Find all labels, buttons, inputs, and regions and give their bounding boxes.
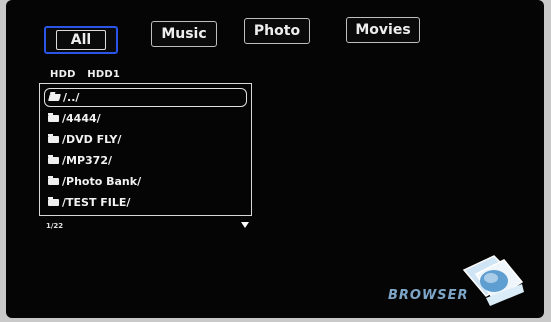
tab-all-inner: All bbox=[55, 30, 107, 50]
list-item[interactable]: /MP372/ bbox=[44, 151, 245, 170]
list-item[interactable]: /../ bbox=[44, 88, 247, 107]
list-item-label: /4444/ bbox=[62, 112, 101, 125]
tab-all[interactable]: All bbox=[44, 26, 118, 54]
tab-photo[interactable]: Photo bbox=[244, 18, 310, 44]
list-item-label: /MP372/ bbox=[62, 154, 113, 167]
list-item[interactable]: /4444/ bbox=[44, 109, 245, 128]
browser-screen: All Music Photo Movies HDD HDD1 /../ /44… bbox=[6, 0, 544, 318]
browser-logo-text: BROWSER bbox=[388, 288, 469, 303]
list-item-label: /Photo Bank/ bbox=[62, 175, 142, 188]
folder-icon bbox=[48, 155, 59, 164]
list-item[interactable]: /Photo Bank/ bbox=[44, 172, 245, 191]
tab-music[interactable]: Music bbox=[151, 21, 217, 47]
list-item[interactable]: /TEST FILE/ bbox=[44, 193, 245, 212]
tab-photo-label: Photo bbox=[253, 23, 301, 39]
tab-movies-label: Movies bbox=[355, 22, 411, 38]
breadcrumb-volume: HDD1 bbox=[87, 69, 120, 80]
breadcrumb: HDD HDD1 bbox=[50, 69, 128, 80]
tab-music-label: Music bbox=[161, 26, 207, 42]
scroll-down-icon[interactable] bbox=[241, 222, 249, 228]
list-item-label: /TEST FILE/ bbox=[62, 196, 131, 209]
folder-icon bbox=[48, 113, 59, 122]
breadcrumb-device: HDD bbox=[50, 69, 76, 80]
folder-icon bbox=[48, 134, 59, 143]
tab-movies[interactable]: Movies bbox=[346, 17, 420, 43]
file-list: /../ /4444/ /DVD FLY/ /MP372/ /Photo Ban… bbox=[39, 83, 252, 216]
page-indicator: 1/22 bbox=[46, 222, 64, 230]
folder-icon bbox=[48, 176, 59, 185]
list-item-label: /../ bbox=[63, 91, 80, 104]
tab-all-label: All bbox=[70, 32, 92, 48]
open-folder-icon bbox=[48, 94, 61, 101]
list-item-label: /DVD FLY/ bbox=[62, 133, 122, 146]
list-item[interactable]: /DVD FLY/ bbox=[44, 130, 245, 149]
folder-icon bbox=[48, 197, 59, 206]
